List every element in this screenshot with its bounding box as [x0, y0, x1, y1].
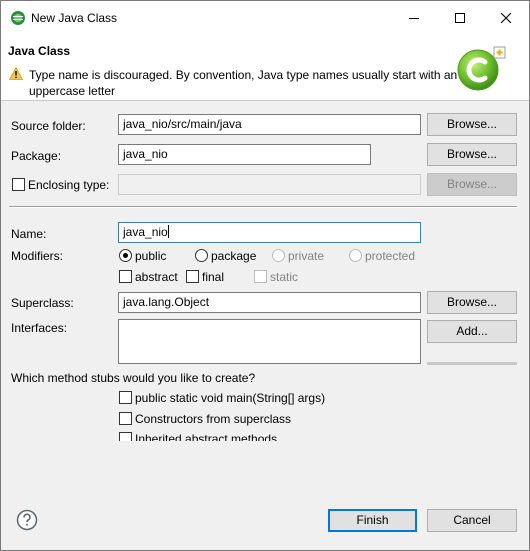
- section-separator: [9, 206, 517, 208]
- method-stubs-question: Which method stubs would you like to cre…: [11, 371, 256, 385]
- name-label: Name:: [11, 227, 47, 241]
- package-radio-label: package: [211, 249, 257, 263]
- enclosing-type-label: Enclosing type:: [28, 178, 110, 192]
- package-field[interactable]: java_nio: [118, 144, 371, 165]
- minimize-button[interactable]: [391, 1, 437, 35]
- enclosing-type-field: [118, 174, 421, 195]
- package-browse-button[interactable]: Browse...: [427, 143, 517, 166]
- name-field[interactable]: java_nio: [118, 222, 421, 243]
- package-radio[interactable]: [195, 249, 208, 262]
- new-class-wizard-banner: [457, 46, 506, 91]
- constructors-label: Constructors from superclass: [135, 412, 292, 426]
- abstract-label: abstract: [135, 270, 178, 284]
- public-radio-label: public: [135, 249, 167, 263]
- constructors-checkbox[interactable]: [119, 412, 132, 425]
- new-java-class-dialog: New Java Class Java Class Type name is d…: [0, 0, 530, 551]
- final-label: final: [202, 270, 225, 284]
- window-title: New Java Class: [31, 11, 118, 25]
- public-radio[interactable]: [119, 249, 132, 262]
- warning-message: Type name is discouraged. By convention,…: [29, 68, 458, 98]
- superclass-field[interactable]: java.lang.Object: [118, 292, 421, 313]
- main-method-label: public static void main(String[] args): [135, 391, 326, 405]
- title-bar: New Java Class: [1, 1, 529, 35]
- superclass-browse-button[interactable]: Browse...: [427, 291, 517, 314]
- close-icon: [501, 13, 511, 23]
- help-question-icon[interactable]: [16, 509, 38, 531]
- cancel-button[interactable]: Cancel: [427, 509, 517, 532]
- interfaces-add-button[interactable]: Add...: [427, 320, 517, 343]
- radio-selected-dot: [123, 253, 128, 258]
- protected-radio: [349, 249, 362, 262]
- maximize-icon: [455, 13, 465, 23]
- warning-triangle-icon: [9, 67, 23, 80]
- wizard-header: Java Class Type name is discouraged. By …: [1, 35, 529, 101]
- text-caret: [167, 225, 169, 238]
- minimize-icon: [409, 18, 419, 19]
- enclosing-type-browse-button: Browse...: [427, 173, 517, 196]
- source-folder-browse-button[interactable]: Browse...: [427, 113, 517, 136]
- inherited-methods-checkbox[interactable]: [119, 432, 132, 441]
- interfaces-list[interactable]: [118, 319, 421, 364]
- static-label: static: [270, 270, 299, 284]
- inherited-methods-label: Inherited abstract methods: [135, 432, 278, 441]
- private-radio: [272, 249, 285, 262]
- modifiers-label: Modifiers:: [11, 249, 64, 263]
- maximize-button[interactable]: [437, 1, 483, 35]
- source-folder-field[interactable]: java_nio/src/main/java: [118, 114, 421, 135]
- button-edge: [427, 362, 517, 365]
- finish-button[interactable]: Finish: [328, 509, 417, 532]
- source-folder-label: Source folder:: [11, 119, 86, 133]
- private-radio-label: private: [288, 249, 325, 263]
- static-checkbox: [254, 270, 267, 283]
- superclass-label: Superclass:: [11, 296, 74, 310]
- close-button[interactable]: [483, 1, 529, 35]
- abstract-checkbox[interactable]: [119, 270, 132, 283]
- interfaces-label: Interfaces:: [11, 321, 68, 335]
- name-value: java_nio: [123, 225, 168, 239]
- eclipse-logo-icon: [11, 11, 25, 25]
- enclosing-type-checkbox[interactable]: [12, 178, 25, 191]
- package-label: Package:: [11, 149, 62, 163]
- page-title: Java Class: [8, 44, 71, 58]
- protected-radio-label: protected: [365, 249, 416, 263]
- main-method-checkbox[interactable]: [119, 391, 132, 404]
- final-checkbox[interactable]: [186, 270, 199, 283]
- clipped-stub-row: Inherited abstract methods: [111, 429, 421, 441]
